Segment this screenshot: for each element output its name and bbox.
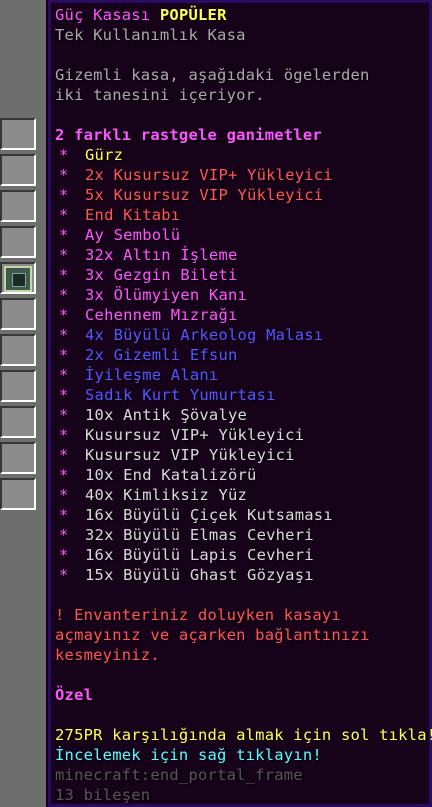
bullet-icon: * — [59, 286, 69, 304]
reward-label: 2x Gizemli Efsun — [85, 346, 238, 364]
rewards-list: * Gürz * 2x Kusursuz VIP+ Yükleyici * 5x Kusu… — [55, 145, 429, 585]
reward-label: Kusursuz VIP Yükleyici — [85, 446, 295, 464]
reward-item: * Kusursuz VIP+ Yükleyici — [55, 425, 429, 445]
inventory-slot[interactable] — [0, 442, 36, 474]
reward-item: * 16x Büyülü Çiçek Kutsaması — [55, 505, 429, 525]
reward-item: * İyileşme Alanı — [55, 365, 429, 385]
inventory-slot[interactable] — [0, 190, 36, 222]
reward-label: 10x Antik Şövalye — [85, 406, 248, 424]
reward-label: 2x Kusursuz VIP+ Yükleyici — [85, 166, 333, 184]
reward-label: Ay Sembolü — [85, 226, 181, 244]
reward-item: * 2x Kusursuz VIP+ Yükleyici — [55, 165, 429, 185]
warning-line: kesmeyiniz. — [55, 646, 160, 664]
rewards-header: 2 farklı rastgele ganimetler — [55, 126, 322, 144]
inventory-slot[interactable] — [0, 298, 36, 330]
reward-label: 32x Büyülü Elmas Cevheri — [85, 526, 314, 544]
bullet-icon: * — [59, 366, 69, 384]
reward-item: * 15x Büyülü Ghast Gözyaşı — [55, 565, 429, 585]
end-portal-frame-icon — [4, 266, 32, 292]
reward-label: 40x Kimliksiz Yüz — [85, 486, 248, 504]
item-id: minecraft:end_portal_frame — [55, 766, 303, 784]
inspect-action-hint: İncelemek için sağ tıklayın! — [55, 746, 322, 764]
bullet-icon: * — [59, 166, 69, 184]
reward-label: İyileşme Alanı — [85, 366, 219, 384]
reward-label: Kusursuz VIP+ Yükleyici — [85, 426, 305, 444]
warning-line: açmayınız ve açarken bağlantınızı — [55, 626, 370, 644]
popular-badge: POPÜLER — [159, 6, 227, 24]
bullet-icon: * — [59, 326, 69, 344]
warning-line: ! Envanteriniz doluyken kasayı — [55, 606, 341, 624]
reward-label: Cehennem Mızrağı — [85, 306, 238, 324]
reward-item: * 3x Ölümyiyen Kanı — [55, 285, 429, 305]
reward-label: 3x Ölümyiyen Kanı — [85, 286, 248, 304]
bullet-icon: * — [59, 346, 69, 364]
reward-item: * 32x Altın İşleme — [55, 245, 429, 265]
reward-label: Gürz — [85, 146, 124, 164]
reward-item: * 5x Kusursuz VIP Yükleyici — [55, 185, 429, 205]
inventory-panel — [0, 0, 48, 807]
reward-item: * Kusursuz VIP Yükleyici — [55, 445, 429, 465]
reward-item: * 3x Gezgin Bileti — [55, 265, 429, 285]
bullet-icon: * — [59, 426, 69, 444]
reward-label: 32x Altın İşleme — [85, 246, 238, 264]
reward-item: * 16x Büyülü Lapis Cevheri — [55, 545, 429, 565]
special-label: Özel — [55, 686, 94, 704]
bullet-icon: * — [59, 446, 69, 464]
inventory-slot[interactable] — [0, 478, 36, 510]
tooltip-title-line: Güç Kasası POPÜLER — [55, 5, 429, 25]
reward-item: * 2x Gizemli Efsun — [55, 345, 429, 365]
inventory-slot[interactable] — [0, 406, 36, 438]
bullet-icon: * — [59, 206, 69, 224]
reward-label: 16x Büyülü Lapis Cevheri — [85, 546, 314, 564]
inventory-slot[interactable] — [0, 370, 36, 402]
bullet-icon: * — [59, 226, 69, 244]
item-tooltip: Güç Kasası POPÜLER Tek Kullanımlık Kasa … — [46, 0, 432, 807]
bullet-icon: * — [59, 546, 69, 564]
reward-label: End Kitabı — [85, 206, 181, 224]
reward-label: 10x End Katalizörü — [85, 466, 257, 484]
reward-item: * 4x Büyülü Arkeolog Malası — [55, 325, 429, 345]
reward-item: * 10x End Katalizörü — [55, 465, 429, 485]
bullet-icon: * — [59, 246, 69, 264]
bullet-icon: * — [59, 306, 69, 324]
reward-item: * End Kitabı — [55, 205, 429, 225]
tooltip-subtitle: Tek Kullanımlık Kasa — [55, 26, 246, 44]
buy-action-hint: 275PR karşılığında almak için sol tıkla! — [55, 726, 432, 744]
bullet-icon: * — [59, 506, 69, 524]
inventory-slot[interactable] — [0, 226, 36, 258]
inventory-slot[interactable] — [0, 118, 36, 150]
bullet-icon: * — [59, 526, 69, 544]
bullet-icon: * — [59, 386, 69, 404]
reward-label: 16x Büyülü Çiçek Kutsaması — [85, 506, 333, 524]
bullet-icon: * — [59, 486, 69, 504]
reward-item: * Sadık Kurt Yumurtası — [55, 385, 429, 405]
game-screen: Güç Kasası POPÜLER Tek Kullanımlık Kasa … — [0, 0, 432, 807]
description-line: iki tanesini içeriyor. — [55, 86, 265, 104]
bullet-icon: * — [59, 406, 69, 424]
bullet-icon: * — [59, 266, 69, 284]
reward-item: * Gürz — [55, 145, 429, 165]
reward-item: * 40x Kimliksiz Yüz — [55, 485, 429, 505]
inventory-slot[interactable] — [0, 154, 36, 186]
bullet-icon: * — [59, 466, 69, 484]
reward-label: 3x Gezgin Bileti — [85, 266, 238, 284]
description-line: Gizemli kasa, aşağıdaki ögelerden — [55, 66, 370, 84]
reward-item: * Cehennem Mızrağı — [55, 305, 429, 325]
reward-label: 5x Kusursuz VIP Yükleyici — [85, 186, 324, 204]
reward-label: 15x Büyülü Ghast Gözyaşı — [85, 566, 314, 584]
bullet-icon: * — [59, 146, 69, 164]
reward-item: * 10x Antik Şövalye — [55, 405, 429, 425]
reward-item: * 32x Büyülü Elmas Cevheri — [55, 525, 429, 545]
reward-label: Sadık Kurt Yumurtası — [85, 386, 276, 404]
reward-item: * Ay Sembolü — [55, 225, 429, 245]
reward-label: 4x Büyülü Arkeolog Malası — [85, 326, 324, 344]
bullet-icon: * — [59, 566, 69, 584]
component-count: 13 bileşen — [55, 786, 151, 804]
tooltip-title: Güç Kasası — [55, 6, 151, 24]
inventory-slot[interactable] — [0, 334, 36, 366]
bullet-icon: * — [59, 186, 69, 204]
